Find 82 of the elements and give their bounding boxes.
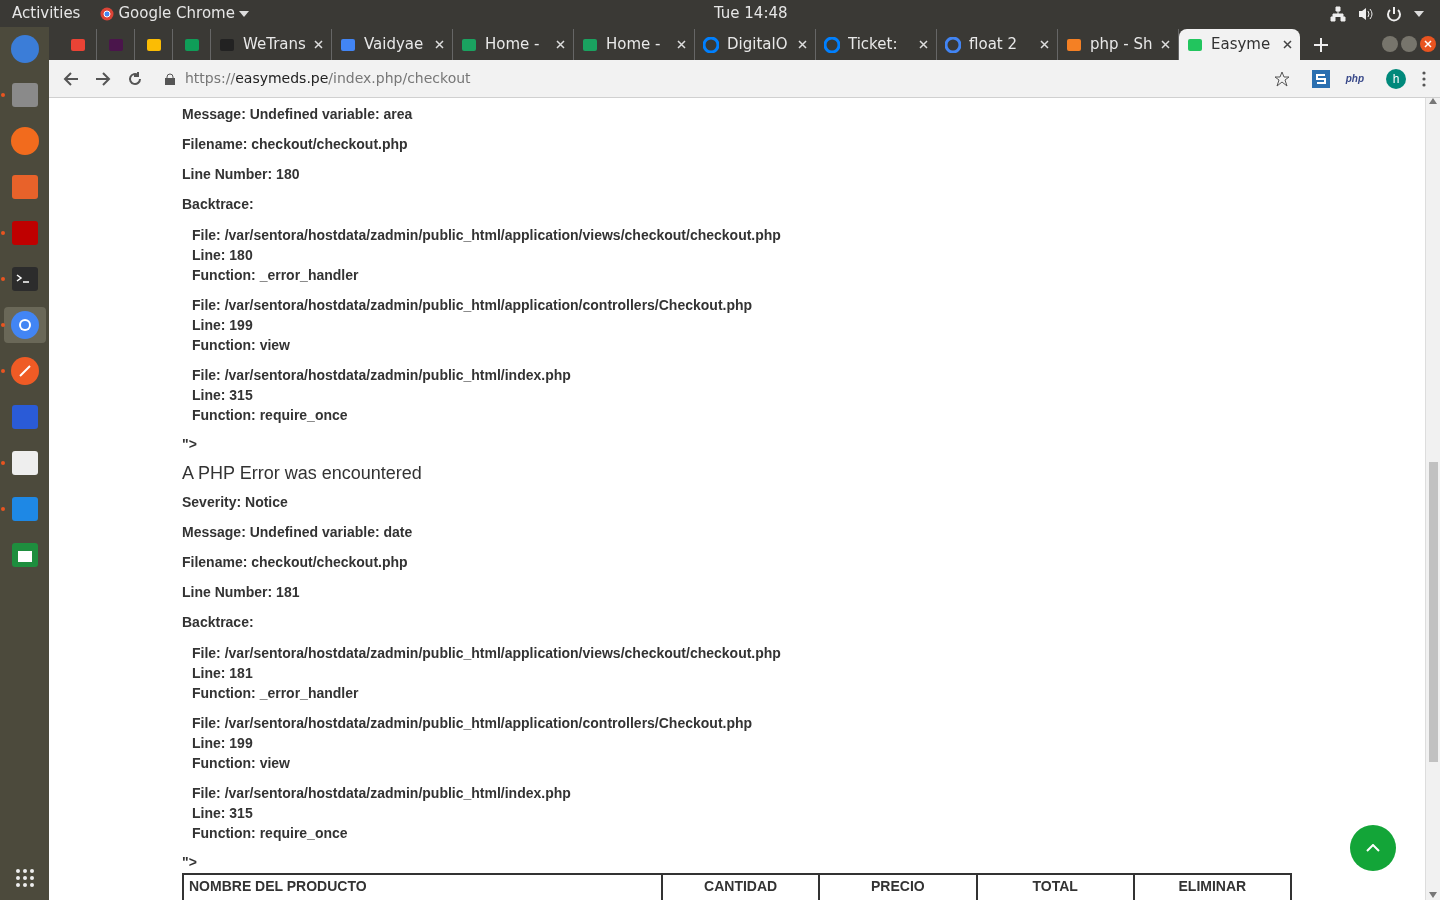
chrome-icon [100,6,115,21]
backtrace-line: Line: 181 [192,664,253,683]
backtrace-line: File: /var/sentora/hostdata/zadmin/public_html/application/views/checkout/checkout.php [192,644,781,663]
close-icon[interactable] [1420,36,1436,52]
app-grid-icon[interactable] [14,868,35,888]
error-field: Filename: checkout/checkout.php [182,135,1425,153]
close-icon[interactable] [1283,40,1292,49]
backtrace-line: Function: require_once [192,406,348,425]
site-favicon-icon [69,36,86,53]
new-tab-icon[interactable] [1314,38,1328,52]
backtrace-line: Line: 199 [192,734,253,753]
site-favicon-icon [1187,36,1203,53]
scrollbar[interactable] [1425,98,1440,900]
url-text: https://easymeds.pe/index.php/checkout [185,69,471,88]
site-favicon-icon [703,36,719,53]
site-favicon-icon [183,36,200,53]
error-field: Message: Undefined variable: area [182,105,1425,123]
spreadsheet-icon [9,540,40,570]
browser-tab[interactable]: Easyme [1179,29,1300,60]
scroll-down-icon[interactable] [1429,892,1437,898]
site-favicon-icon [461,36,477,53]
error-field: Line Number: 180 [182,165,1425,183]
backtrace-line: Function: view [192,336,290,355]
backtrace-label: Backtrace: [182,195,255,213]
site-favicon-icon [107,36,124,53]
caret-icon[interactable] [1414,10,1424,17]
lock-icon [165,72,175,85]
minimize-icon[interactable] [1382,36,1398,52]
back-icon[interactable] [63,70,79,87]
chrome-icon [9,310,40,340]
scroll-thumb[interactable] [1428,462,1438,762]
backtrace-line: File: /var/sentora/hostdata/zadmin/public_html/index.php [192,366,571,385]
stray-markup: "> [182,435,197,453]
column-header: CANTIDAD [661,875,819,900]
backtrace-line: Line: 199 [192,316,253,335]
backtrace-line: Function: require_once [192,824,348,843]
power-icon[interactable] [1386,5,1402,22]
profile-avatar[interactable]: h [1386,68,1406,89]
scroll-to-top-button[interactable] [1350,825,1396,871]
column-header: ELIMINAR [1132,875,1290,900]
backtrace-line: Line: 315 [192,804,253,823]
error-field: Line Number: 181 [182,583,1425,601]
php-extension[interactable]: php [1345,71,1364,86]
column-header: TOTAL [975,875,1133,900]
backtrace-line: Function: _error_handler [192,266,359,285]
menu-icon[interactable] [1422,70,1426,87]
backtrace-line: Line: 180 [192,246,253,265]
error-heading: A PHP Error was encountered [182,463,423,483]
caret-icon [238,10,249,17]
site-favicon-icon [145,36,162,53]
column-header: PRECIO [818,875,976,900]
activities-button[interactable]: Activities [12,2,81,25]
site-favicon-icon [945,36,961,53]
site-favicon-icon [340,36,356,53]
column-header: NOMBRE DEL PRODUCTO [188,877,368,896]
terminal-icon [9,264,40,294]
site-favicon-icon [219,36,235,53]
backtrace-line: File: /var/sentora/hostdata/zadmin/public_html/application/views/checkout/checkout.php [192,226,781,245]
star-icon[interactable] [1273,70,1290,87]
backtrace-line: File: /var/sentora/hostdata/zadmin/public_html/application/controllers/Checkout.php [192,296,753,315]
volume-icon[interactable] [1358,5,1374,22]
forward-icon[interactable] [95,70,111,87]
error-field: Severity: Notice [182,493,1425,511]
backtrace-line: File: /var/sentora/hostdata/zadmin/public_html/index.php [192,784,571,803]
site-favicon-icon [824,36,840,53]
clock[interactable]: Tue 14:48 [713,2,788,25]
site-favicon-icon [1066,36,1082,53]
backtrace-line: Line: 315 [192,386,253,405]
error-field: Message: Undefined variable: date [182,523,1425,541]
error-field: Filename: checkout/checkout.php [182,553,1425,571]
network-icon[interactable] [1330,5,1346,22]
dock-item[interactable] [3,307,46,343]
backtrace-line: Function: _error_handler [192,684,359,703]
reload-icon[interactable] [127,70,143,87]
backtrace-label: Backtrace: [182,613,255,631]
stray-markup: "> [182,853,197,871]
site-favicon-icon [582,36,598,53]
app-menu[interactable]: Google Chrome [118,2,235,25]
chevron-up-icon [1366,844,1380,852]
backtrace-line: File: /var/sentora/hostdata/zadmin/public_html/application/controllers/Checkout.php [192,714,753,733]
extension-icon[interactable] [1311,69,1330,88]
backtrace-line: Function: view [192,754,290,773]
